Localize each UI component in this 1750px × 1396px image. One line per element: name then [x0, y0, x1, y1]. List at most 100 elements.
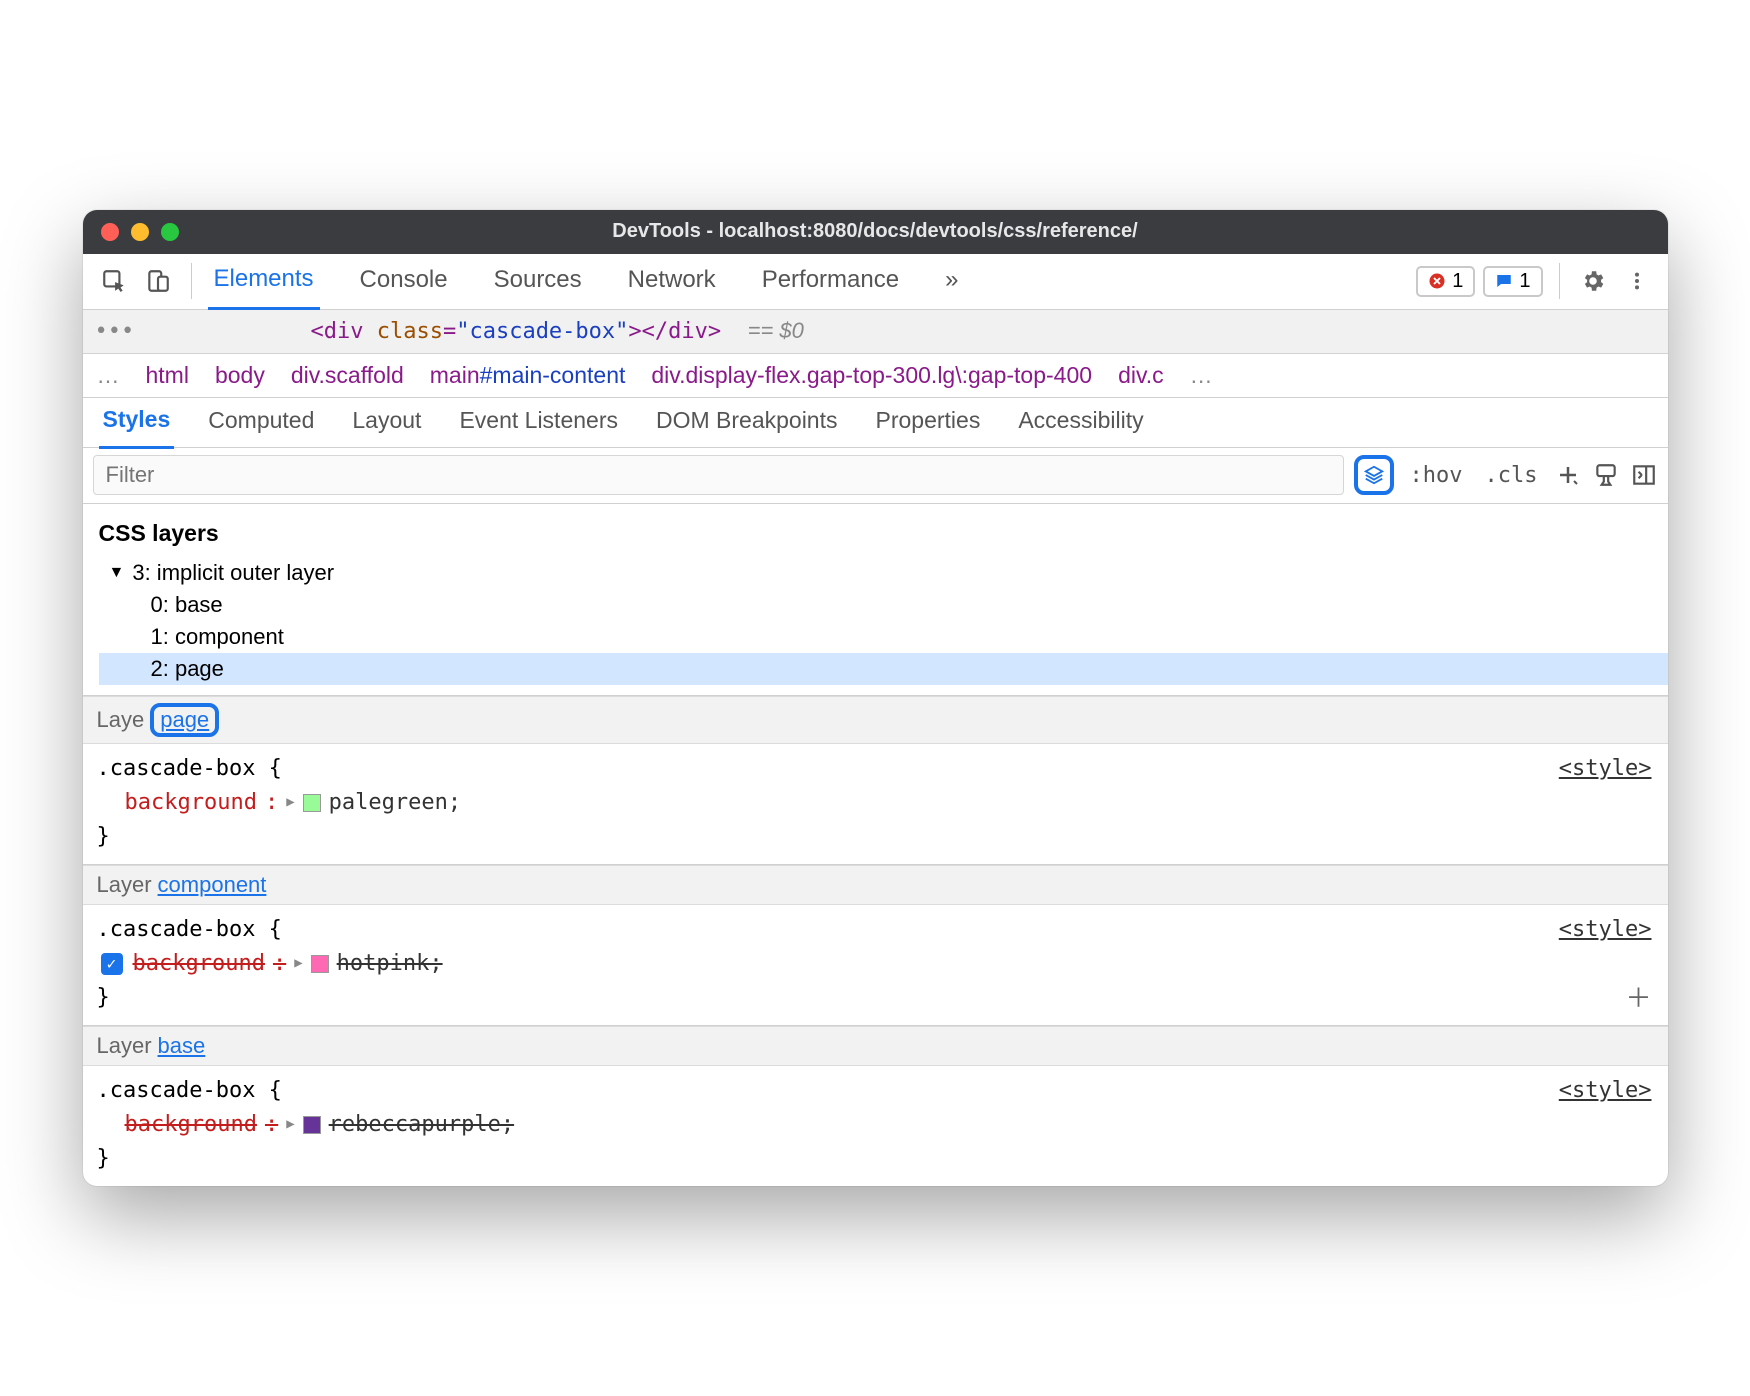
tab-network[interactable]: Network: [622, 254, 722, 308]
rule-selector[interactable]: .cascade-box {: [97, 752, 1654, 786]
prop-value[interactable]: rebeccapurple;: [329, 1108, 514, 1142]
prop-value[interactable]: palegreen;: [329, 786, 461, 820]
css-rule-component[interactable]: <style> ＋ .cascade-box { ✓ background: ▶…: [83, 905, 1668, 1025]
error-count: 1: [1452, 270, 1463, 293]
subtab-layout[interactable]: Layout: [348, 397, 425, 447]
dom-attr-value: "cascade-box": [456, 319, 628, 344]
rule-close-brace: }: [97, 820, 1654, 854]
ellipsis-icon: •••: [95, 319, 141, 344]
rule-source-link[interactable]: <style>: [1559, 1074, 1652, 1108]
css-property-row[interactable]: background: ▶ palegreen;: [97, 786, 1654, 820]
devtools-window: DevTools - localhost:8080/docs/devtools/…: [83, 210, 1668, 1187]
layer-root-label: 3: implicit outer layer: [132, 560, 334, 586]
rule-section-base: Layer base <style> .cascade-box { backgr…: [83, 1025, 1668, 1186]
dom-selected-indicator: == $0: [748, 318, 804, 344]
layer-item-base[interactable]: 0: base: [99, 589, 1668, 621]
cls-toggle[interactable]: .cls: [1479, 459, 1544, 492]
layer-item-page[interactable]: 2: page: [99, 653, 1668, 685]
toggle-computed-sidebar-icon[interactable]: [1630, 461, 1658, 489]
prop-name[interactable]: background: [125, 1108, 257, 1142]
layers-icon: [1363, 464, 1385, 486]
inspect-element-icon[interactable]: [97, 264, 131, 298]
add-declaration-icon[interactable]: ＋: [1625, 979, 1651, 1019]
dom-open-tag: <div: [311, 319, 364, 344]
layer-link-page[interactable]: page: [160, 707, 209, 732]
dom-close-tag: ></div>: [628, 319, 721, 344]
layer-link-component[interactable]: component: [158, 872, 267, 898]
crumb-body[interactable]: body: [215, 362, 265, 389]
css-layers-toggle-button[interactable]: [1354, 455, 1394, 495]
rule-source-link[interactable]: <style>: [1559, 913, 1652, 947]
subtab-styles[interactable]: Styles: [99, 396, 175, 449]
styles-filter-input[interactable]: [93, 455, 1344, 495]
layer-header-page: Layepage: [83, 696, 1668, 744]
subtab-accessibility[interactable]: Accessibility: [1014, 397, 1147, 447]
subtab-event-listeners[interactable]: Event Listeners: [455, 397, 622, 447]
css-layers-tree: ▼ 3: implicit outer layer 0: base 1: com…: [83, 557, 1668, 695]
dom-selected-line[interactable]: ••• <div class = "cascade-box" ></div> =…: [83, 310, 1668, 354]
expand-triangle-icon[interactable]: ▶: [286, 1114, 294, 1136]
tab-console[interactable]: Console: [354, 254, 454, 308]
expand-triangle-icon[interactable]: ▶: [294, 953, 302, 975]
css-rule-base[interactable]: <style> .cascade-box { background: ▶ reb…: [83, 1066, 1668, 1186]
subtab-properties[interactable]: Properties: [872, 397, 985, 447]
main-toolbar: Elements Console Sources Network Perform…: [83, 254, 1668, 310]
close-window-button[interactable]: [101, 223, 119, 241]
color-swatch[interactable]: [303, 1116, 321, 1134]
more-menu-icon[interactable]: [1620, 264, 1654, 298]
rule-close-brace: }: [97, 1142, 1654, 1176]
subtab-computed[interactable]: Computed: [204, 397, 318, 447]
disclosure-triangle-icon[interactable]: ▼: [109, 564, 125, 582]
property-enabled-checkbox[interactable]: ✓: [101, 953, 123, 975]
message-badge[interactable]: 1: [1483, 266, 1542, 297]
hov-toggle[interactable]: :hov: [1404, 459, 1469, 492]
crumb-html[interactable]: html: [146, 362, 189, 389]
message-icon: [1495, 272, 1513, 290]
prop-value[interactable]: hotpink;: [337, 947, 443, 981]
prop-name[interactable]: background: [125, 786, 257, 820]
prop-name[interactable]: background: [133, 947, 265, 981]
crumb-truncated[interactable]: div.c: [1118, 362, 1164, 389]
subtab-dom-breakpoints[interactable]: DOM Breakpoints: [652, 397, 842, 447]
device-toolbar-icon[interactable]: [141, 264, 175, 298]
tab-sources[interactable]: Sources: [488, 254, 588, 308]
main-tabs: Elements Console Sources Network Perform…: [208, 254, 1407, 309]
color-swatch[interactable]: [303, 794, 321, 812]
layer-link-base[interactable]: base: [158, 1033, 206, 1059]
rule-selector[interactable]: .cascade-box {: [97, 1074, 1654, 1108]
status-badges: 1 1: [1416, 266, 1542, 297]
crumb-more-right[interactable]: …: [1190, 362, 1213, 389]
message-count: 1: [1519, 270, 1530, 293]
crumb-main[interactable]: main#main-content: [430, 362, 626, 389]
expand-triangle-icon[interactable]: ▶: [286, 792, 294, 814]
css-layers-heading: CSS layers: [83, 504, 1668, 557]
rendering-emulations-icon[interactable]: [1592, 461, 1620, 489]
css-rule-page[interactable]: <style> .cascade-box { background: ▶ pal…: [83, 744, 1668, 864]
separator: [1559, 263, 1560, 299]
zoom-window-button[interactable]: [161, 223, 179, 241]
rule-selector[interactable]: .cascade-box {: [97, 913, 1654, 947]
tab-performance[interactable]: Performance: [756, 254, 905, 308]
error-badge[interactable]: 1: [1416, 266, 1475, 297]
css-property-row[interactable]: ✓ background: ▶ hotpink;: [97, 947, 1654, 981]
rule-section-component: Layer component <style> ＋ .cascade-box {…: [83, 864, 1668, 1025]
dom-breadcrumbs: … html body div.scaffold main#main-conte…: [83, 354, 1668, 398]
css-property-row[interactable]: background: ▶ rebeccapurple;: [97, 1108, 1654, 1142]
minimize-window-button[interactable]: [131, 223, 149, 241]
tab-overflow[interactable]: »: [939, 254, 964, 308]
color-swatch[interactable]: [311, 955, 329, 973]
error-icon: [1428, 272, 1446, 290]
crumb-scaffold[interactable]: div.scaffold: [291, 362, 404, 389]
layer-tree-root[interactable]: ▼ 3: implicit outer layer: [99, 557, 1668, 589]
crumb-more-left[interactable]: …: [97, 362, 120, 389]
new-style-rule-button[interactable]: [1554, 461, 1582, 489]
rule-source-link[interactable]: <style>: [1559, 752, 1652, 786]
rule-section-page: Layepage <style> .cascade-box { backgrou…: [83, 695, 1668, 864]
window-title: DevTools - localhost:8080/docs/devtools/…: [83, 220, 1668, 243]
settings-icon[interactable]: [1576, 264, 1610, 298]
styles-subtabs: Styles Computed Layout Event Listeners D…: [83, 398, 1668, 448]
crumb-flex-div[interactable]: div.display-flex.gap-top-300.lg\:gap-top…: [651, 362, 1092, 389]
layer-header-base: Layer base: [83, 1026, 1668, 1066]
tab-elements[interactable]: Elements: [208, 253, 320, 310]
layer-item-component[interactable]: 1: component: [99, 621, 1668, 653]
